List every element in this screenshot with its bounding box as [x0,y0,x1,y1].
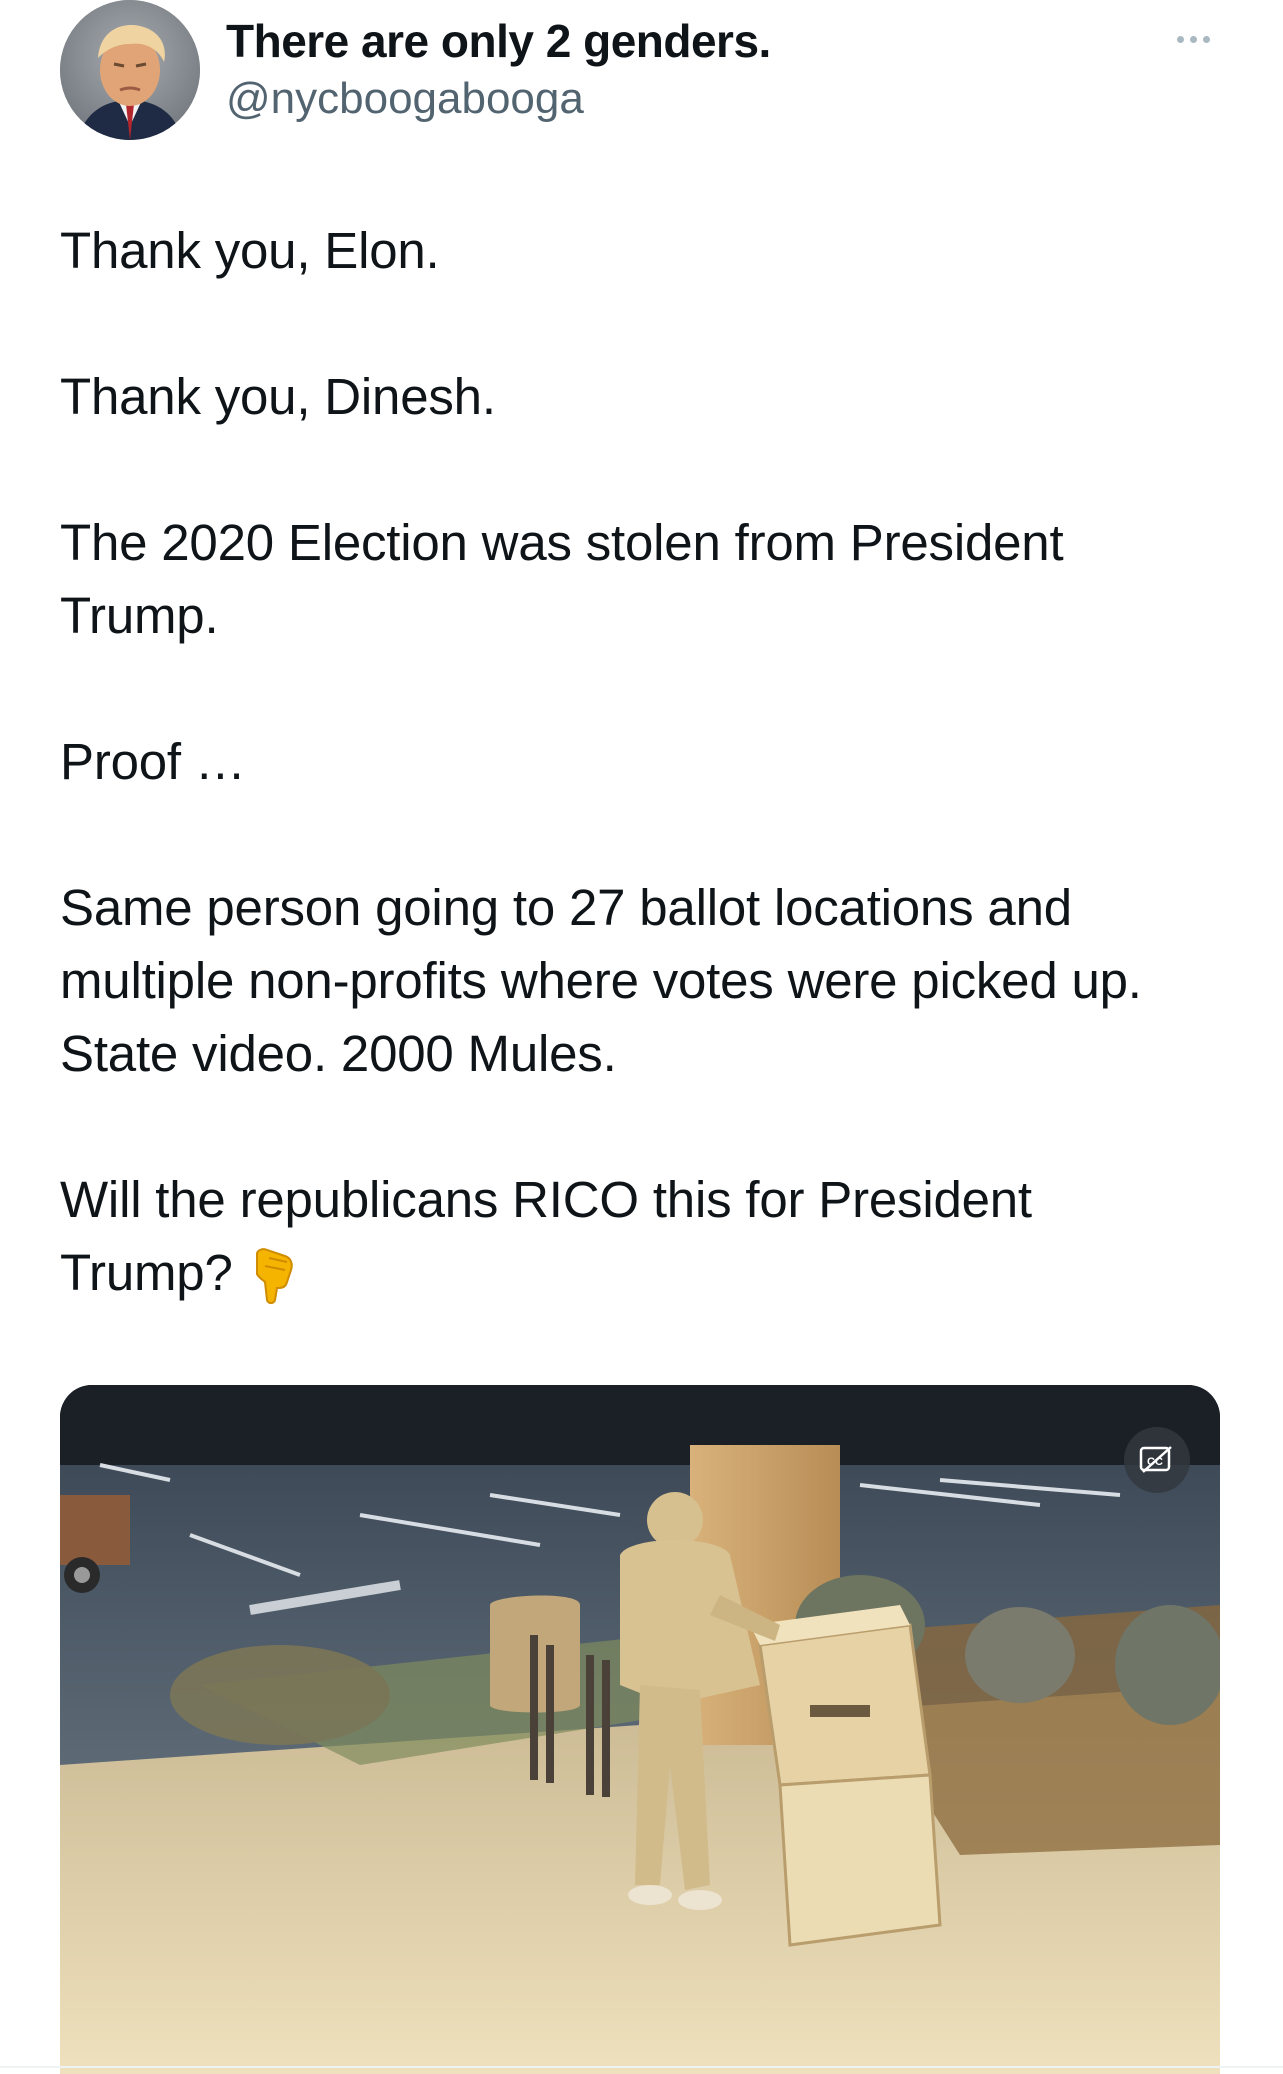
closed-captions-icon: CC [1139,1446,1172,1473]
tweet-paragraph: Same person going to 27 ballot locations… [60,879,1142,1082]
tweet-paragraph-last: Will the republicans RICO this for Presi… [60,1163,1200,1323]
author-handle[interactable]: @nycboogabooga [226,74,584,124]
surveillance-video-frame [60,1385,1220,2074]
closed-captions-button[interactable]: CC [1124,1427,1190,1493]
tweet-paragraph: The 2020 Election was stolen from Presid… [60,514,1064,644]
tweet-video[interactable]: CC [60,1385,1220,2074]
tweet-text: Thank you, Elon. Thank you, Dinesh. The … [60,214,1200,1323]
tweet-paragraph: Thank you, Dinesh. [60,368,496,425]
author-display-name[interactable]: There are only 2 genders. [226,14,771,68]
divider [0,2066,1283,2068]
author-avatar[interactable] [60,0,200,140]
tweet-header: There are only 2 genders. @nycboogabooga [60,0,1223,140]
tweet-paragraph: Proof … [60,733,246,790]
more-dots-icon [1176,35,1184,43]
more-options-button[interactable] [1163,24,1223,54]
pointing-down-emoji-icon [251,1248,295,1323]
avatar-image [60,0,200,140]
tweet-paragraph-text: Will the republicans RICO this for Presi… [60,1171,1032,1301]
tweet-paragraph: Thank you, Elon. [60,222,440,279]
